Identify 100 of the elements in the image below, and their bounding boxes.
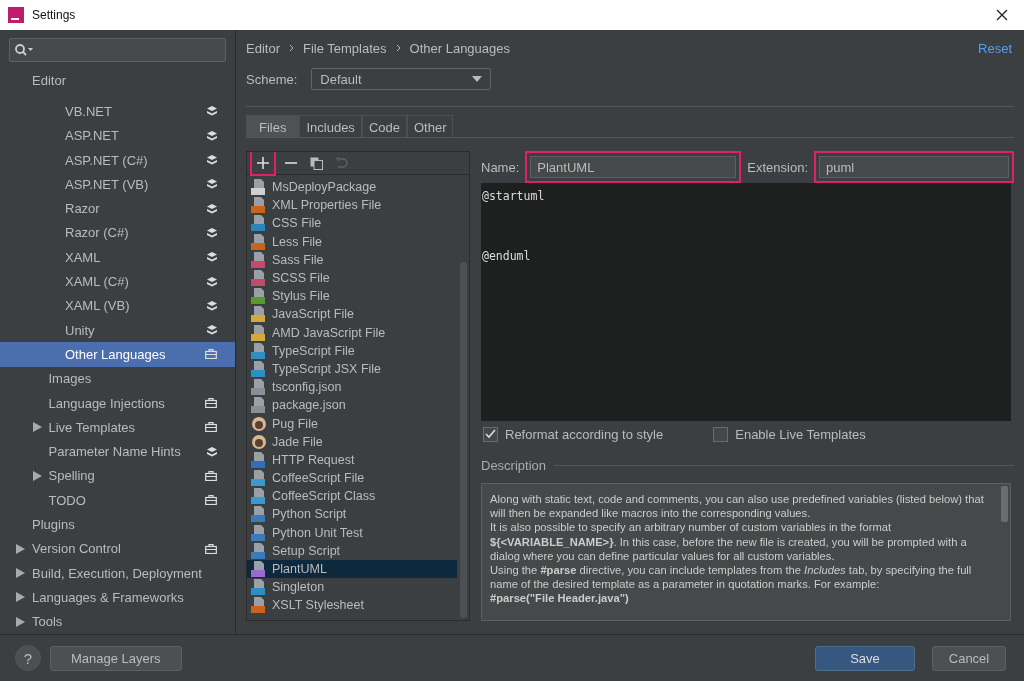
- file-icon: [251, 179, 267, 196]
- breadcrumb-item: Editor: [246, 40, 280, 56]
- template-item[interactable]: CoffeeScript File: [247, 469, 457, 488]
- tree-item[interactable]: Other Languages: [0, 342, 235, 367]
- tree-item[interactable]: Live Templates: [0, 415, 235, 440]
- tree-item[interactable]: TODO: [0, 488, 235, 513]
- tree-item[interactable]: VB.NET: [0, 99, 235, 124]
- layers-icon: [207, 106, 217, 117]
- scrollbar[interactable]: [1001, 486, 1008, 522]
- tree-item[interactable]: Spelling: [0, 463, 235, 489]
- name-label: Name:: [481, 159, 520, 175]
- tree-item[interactable]: ASP.NET (VB): [0, 172, 235, 197]
- layers-icon: [207, 276, 217, 287]
- template-item[interactable]: CSS File: [247, 214, 457, 233]
- layers-icon: [207, 179, 217, 190]
- name-field[interactable]: PlantUML: [530, 156, 737, 178]
- file-icon: [251, 270, 267, 287]
- add-button[interactable]: [250, 152, 276, 176]
- reset-link[interactable]: Reset: [978, 40, 1012, 56]
- section-title: Description: [481, 457, 547, 473]
- close-icon[interactable]: [996, 9, 1008, 21]
- expand-arrow-icon[interactable]: [16, 592, 25, 603]
- tree-item[interactable]: Version Control: [0, 536, 235, 561]
- help-button[interactable]: ?: [15, 645, 41, 671]
- tree-item[interactable]: Unity: [0, 317, 235, 343]
- save-button[interactable]: Save: [815, 645, 915, 671]
- template-item[interactable]: AMD JavaScript File: [247, 323, 457, 342]
- expand-arrow-icon[interactable]: [16, 568, 25, 579]
- file-icon: [251, 306, 267, 323]
- tree-item[interactable]: ASP.NET (C#): [0, 147, 235, 173]
- layers-icon: [207, 203, 217, 214]
- template-item[interactable]: CoffeeScript Class: [247, 487, 457, 506]
- checkbox-label[interactable]: Enable Live Templates: [735, 426, 866, 442]
- tree-item[interactable]: Languages & Frameworks: [0, 585, 235, 610]
- template-item[interactable]: Less File: [247, 232, 457, 251]
- search-field[interactable]: [9, 38, 226, 62]
- layers-icon: [207, 300, 217, 311]
- extension-field[interactable]: puml: [819, 156, 1009, 178]
- template-item[interactable]: package.json: [247, 396, 457, 415]
- template-item[interactable]: Singleton: [247, 578, 457, 597]
- template-item[interactable]: XSLT Stylesheet: [247, 596, 457, 615]
- tree-item[interactable]: XAML: [0, 245, 235, 270]
- layers-icon: [207, 155, 217, 166]
- code-editor[interactable]: @startuml @enduml: [481, 183, 1011, 421]
- tree-item[interactable]: ASP.NET: [0, 123, 235, 148]
- checkbox[interactable]: [713, 426, 729, 442]
- checkbox-label[interactable]: Reformat according to style: [505, 426, 664, 442]
- tree-item[interactable]: Plugins: [0, 512, 235, 537]
- layers-icon: [207, 130, 217, 141]
- cancel-button[interactable]: Cancel: [932, 645, 1006, 671]
- description-text: #parse("File Header.java"): [490, 591, 630, 606]
- search-icon: [14, 43, 34, 57]
- chevron-icon: [288, 44, 294, 52]
- briefcase-icon: [205, 470, 217, 481]
- template-item[interactable]: Setup Script: [247, 541, 457, 560]
- briefcase-icon: [205, 543, 217, 554]
- tree-item[interactable]: Images: [0, 366, 235, 391]
- template-item[interactable]: XML Properties File: [247, 196, 457, 215]
- manage-layers-button[interactable]: Manage Layers: [50, 645, 182, 671]
- tree-item[interactable]: Language Injections: [0, 390, 235, 416]
- checkbox[interactable]: [483, 426, 498, 442]
- layers-icon: [207, 446, 217, 457]
- tree-item[interactable]: Build, Execution, Deployment: [0, 560, 235, 586]
- tree-item[interactable]: XAML (VB): [0, 293, 235, 318]
- expand-arrow-icon[interactable]: [32, 422, 42, 433]
- template-item[interactable]: Python Script: [247, 505, 457, 524]
- template-item[interactable]: PlantUML: [247, 559, 457, 579]
- template-item[interactable]: TypeScript JSX File: [247, 359, 457, 379]
- caret-icon: [472, 76, 483, 82]
- template-item[interactable]: JavaScript File: [247, 305, 457, 324]
- tree-item[interactable]: Razor (C#): [0, 220, 235, 246]
- tree-item[interactable]: Parameter Name Hints: [0, 439, 235, 464]
- template-item[interactable]: MsDeployPackage: [247, 178, 457, 197]
- template-item[interactable]: HTTP Request: [247, 450, 457, 469]
- file-icon: [251, 524, 267, 541]
- tab[interactable]: Other: [406, 115, 454, 137]
- tab[interactable]: Code: [361, 115, 407, 137]
- tree-item[interactable]: XAML (C#): [0, 269, 235, 294]
- template-item[interactable]: Pug File: [247, 414, 457, 433]
- tree-item[interactable]: Tools: [0, 609, 235, 634]
- template-item[interactable]: Sass File: [247, 250, 457, 269]
- expand-arrow-icon[interactable]: [16, 543, 25, 554]
- file-icon: [251, 397, 267, 414]
- layers-icon: [207, 227, 217, 238]
- template-item[interactable]: Python Unit Test: [247, 523, 457, 542]
- template-item[interactable]: TypeScript File: [247, 341, 457, 360]
- tab[interactable]: Files: [246, 115, 300, 137]
- template-item[interactable]: tsconfig.json: [247, 378, 457, 397]
- scheme-dropdown[interactable]: Default: [311, 68, 492, 90]
- tree-item[interactable]: Editor: [0, 68, 235, 93]
- tab[interactable]: Includes: [299, 115, 362, 137]
- description-text: It is also possible to specify an arbitrary number of custom variables in the format ${<VARIABLE_NAME>}. In this case, before the new file is created, you will be prompted with a dialog where you can define particular values for all custom variables.: [490, 520, 968, 563]
- expand-arrow-icon[interactable]: [16, 616, 25, 627]
- template-item[interactable]: SCSS File: [247, 268, 457, 288]
- briefcase-icon: [205, 422, 217, 433]
- tree-item[interactable]: Razor: [0, 196, 235, 221]
- template-item[interactable]: Stylus File: [247, 287, 457, 306]
- file-icon: [251, 251, 267, 268]
- expand-arrow-icon[interactable]: [32, 470, 42, 481]
- template-item[interactable]: Jade File: [247, 432, 457, 451]
